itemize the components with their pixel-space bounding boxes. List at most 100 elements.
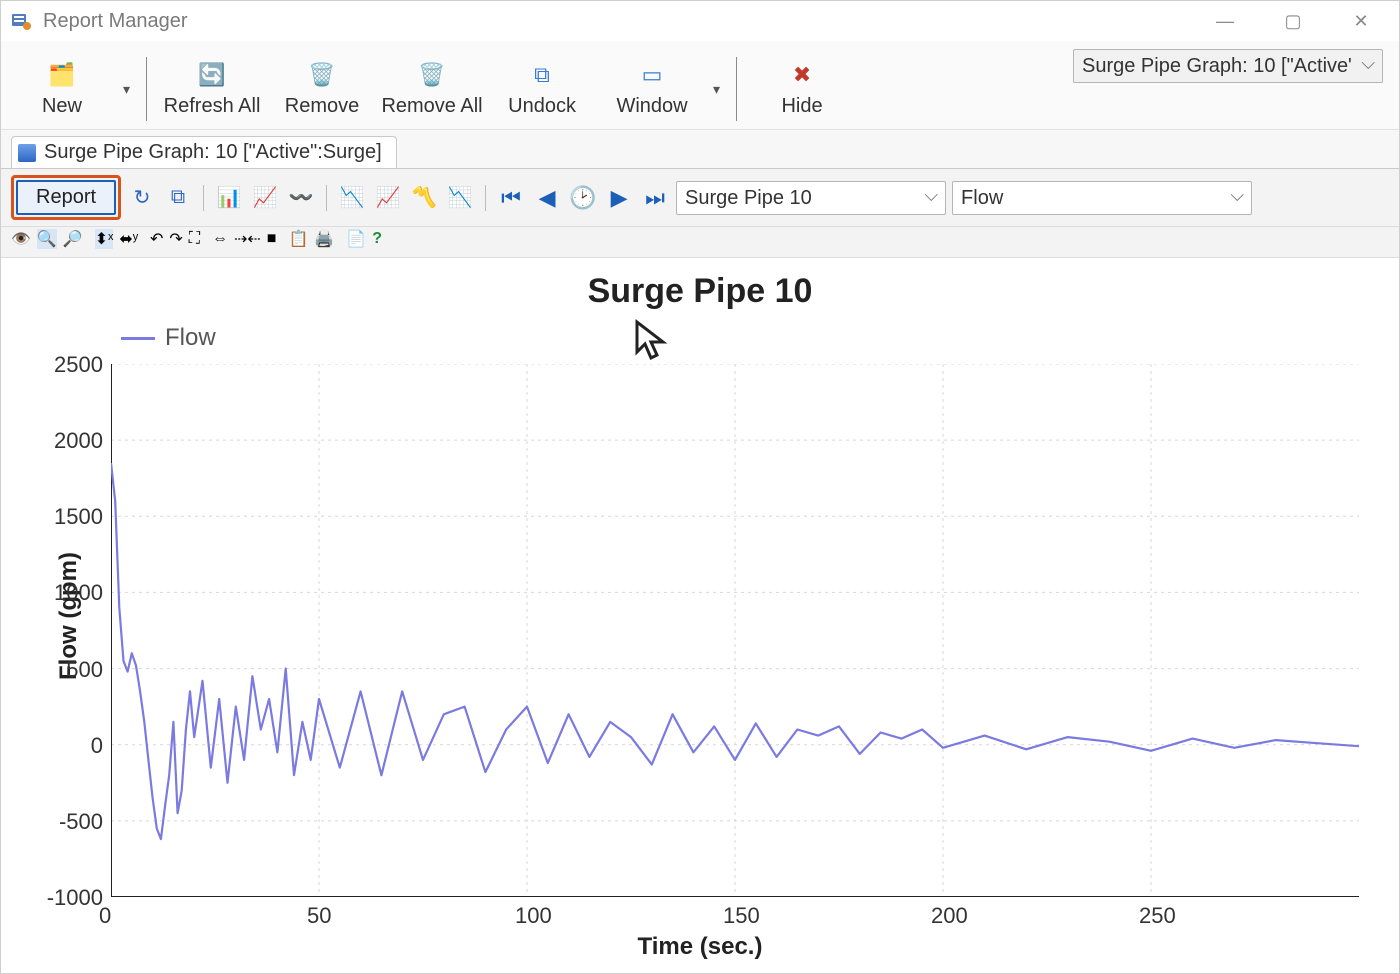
chart-icon bbox=[18, 144, 36, 162]
eye-icon[interactable]: 👁️ bbox=[11, 229, 31, 249]
undock-button[interactable]: ⧉ Undock bbox=[487, 49, 597, 129]
report-button-highlight: Report bbox=[11, 175, 121, 220]
time-nav-icon[interactable]: 🕑 bbox=[568, 183, 598, 213]
chart-type-icon[interactable]: 📊 bbox=[214, 183, 244, 213]
graph-toolbar: Report ↻ ⧉ 📊 📈 〰️ 📉 📈 〽️ 📉 ⏮ ◀ 🕑 ▶ ⏭ Sur… bbox=[1, 169, 1399, 227]
y-tick-label: 2000 bbox=[54, 428, 111, 454]
chart-area: Surge Pipe 10 Flow Flow (gpm) Time (sec.… bbox=[1, 258, 1399, 973]
legend-swatch bbox=[121, 337, 155, 340]
x-tick-label: 50 bbox=[307, 897, 331, 929]
remove-all-icon: 🗑️ bbox=[418, 61, 446, 89]
item-selector[interactable]: Surge Pipe 10 bbox=[676, 181, 946, 215]
separator bbox=[146, 57, 147, 121]
new-icon: 🗂️ bbox=[48, 61, 76, 89]
first-button[interactable]: ⏮ bbox=[496, 183, 526, 213]
zoom-in-icon[interactable]: 🔍 bbox=[37, 229, 57, 249]
undock-label: Undock bbox=[508, 95, 576, 118]
separator bbox=[203, 185, 204, 211]
line-style-3-icon[interactable]: 〽️ bbox=[409, 183, 439, 213]
remove-label: Remove bbox=[285, 95, 359, 118]
new-label: New bbox=[42, 95, 82, 118]
new-dropdown-caret[interactable]: ▾ bbox=[117, 81, 136, 98]
x-axis-label: Time (sec.) bbox=[638, 933, 763, 961]
report-button[interactable]: Report bbox=[16, 180, 116, 215]
series-selector-wrap: Flow bbox=[952, 181, 1252, 215]
series-icon[interactable]: 〰️ bbox=[286, 183, 316, 213]
x-tick-label: 250 bbox=[1139, 897, 1176, 929]
window-controls: — ▢ ✕ bbox=[1203, 6, 1391, 36]
y-tick-label: 2500 bbox=[54, 352, 111, 378]
y-tick-label: -500 bbox=[59, 809, 111, 835]
axis-lock-y-icon[interactable]: ⬌ʸ bbox=[119, 229, 138, 249]
axis-lock-x-icon[interactable]: ⬍ˣ bbox=[95, 229, 114, 249]
prev-button[interactable]: ◀ bbox=[532, 183, 562, 213]
hide-label: Hide bbox=[781, 95, 822, 118]
copy-icon[interactable]: ⧉ bbox=[163, 183, 193, 213]
refresh-all-label: Refresh All bbox=[164, 95, 261, 118]
line-style-4-icon[interactable]: 📉 bbox=[445, 183, 475, 213]
refresh-icon: 🔄 bbox=[198, 61, 226, 89]
line-style-2-icon[interactable]: 📈 bbox=[373, 183, 403, 213]
legend-label: Flow bbox=[165, 324, 216, 352]
fit-icon[interactable]: ⛶ bbox=[189, 230, 200, 248]
copy-image-icon[interactable]: 📋 bbox=[288, 229, 308, 249]
window-title: Report Manager bbox=[43, 10, 188, 33]
y-tick-label: 500 bbox=[66, 657, 111, 683]
minimize-button[interactable]: — bbox=[1203, 6, 1247, 36]
y-tick-label: 1500 bbox=[54, 504, 111, 530]
help-icon[interactable]: ? bbox=[372, 230, 382, 248]
item-selector-wrap: Surge Pipe 10 bbox=[676, 181, 946, 215]
refresh-all-button[interactable]: 🔄 Refresh All bbox=[157, 49, 267, 129]
series-selector[interactable]: Flow bbox=[952, 181, 1252, 215]
remove-button[interactable]: 🗑️ Remove bbox=[267, 49, 377, 129]
remove-all-button[interactable]: 🗑️ Remove All bbox=[377, 49, 487, 129]
undo-icon[interactable]: ↶ bbox=[150, 229, 163, 249]
stop-icon[interactable]: ■ bbox=[267, 230, 277, 248]
hide-icon: ✖ bbox=[788, 61, 816, 89]
new-button[interactable]: 🗂️ New bbox=[7, 49, 117, 129]
y-tick-label: 0 bbox=[91, 733, 111, 759]
separator bbox=[326, 185, 327, 211]
close-button[interactable]: ✕ bbox=[1339, 6, 1383, 36]
expand-h-icon[interactable]: ⇔ bbox=[212, 230, 228, 248]
window-dropdown-caret[interactable]: ▾ bbox=[707, 81, 726, 98]
zoom-out-icon[interactable]: 🔎 bbox=[63, 229, 83, 249]
chart-legend: Flow bbox=[121, 324, 216, 352]
remove-all-label: Remove All bbox=[381, 95, 482, 118]
chart-title: Surge Pipe 10 bbox=[31, 272, 1369, 311]
hide-button[interactable]: ✖ Hide bbox=[747, 49, 857, 129]
ribbon-toolbar: 🗂️ New ▾ 🔄 Refresh All 🗑️ Remove 🗑️ Remo… bbox=[1, 41, 1399, 130]
x-tick-label: 200 bbox=[931, 897, 968, 929]
app-icon bbox=[9, 9, 33, 33]
separator bbox=[736, 57, 737, 121]
tab-strip: Surge Pipe Graph: 10 ["Active":Surge] bbox=[1, 130, 1399, 169]
titlebar: Report Manager — ▢ ✕ bbox=[1, 1, 1399, 41]
refresh-icon[interactable]: ↻ bbox=[127, 183, 157, 213]
plot-region[interactable]: -1000-5000500100015002000250005010015020… bbox=[111, 364, 1359, 897]
window-icon: ▭ bbox=[638, 61, 666, 89]
window-button[interactable]: ▭ Window bbox=[597, 49, 707, 129]
page-selector-wrap: Surge Pipe Graph: 10 ["Active":S bbox=[1073, 49, 1383, 83]
redo-icon[interactable]: ↷ bbox=[169, 229, 182, 249]
line-style-1-icon[interactable]: 📉 bbox=[337, 183, 367, 213]
undock-icon: ⧉ bbox=[528, 61, 556, 89]
app-window: Report Manager — ▢ ✕ 🗂️ New ▾ 🔄 Refresh … bbox=[0, 0, 1400, 974]
y-tick-label: 1000 bbox=[54, 580, 111, 606]
x-tick-label: 150 bbox=[723, 897, 760, 929]
tab-label: Surge Pipe Graph: 10 ["Active":Surge] bbox=[44, 141, 382, 164]
remove-icon: 🗑️ bbox=[308, 61, 336, 89]
graph-toolbar-2: 👁️ 🔍 🔎 ⬍ˣ ⬌ʸ ↶ ↷ ⛶ ⇔ ⇢⇠ ■ 📋 🖨️ 📄 ? bbox=[1, 227, 1399, 258]
next-button[interactable]: ▶ bbox=[604, 183, 634, 213]
tab-surge-pipe-graph[interactable]: Surge Pipe Graph: 10 ["Active":Surge] bbox=[11, 136, 397, 168]
x-tick-label: 0 bbox=[99, 897, 111, 929]
window-label: Window bbox=[616, 95, 687, 118]
x-tick-label: 100 bbox=[515, 897, 552, 929]
separator bbox=[485, 185, 486, 211]
chart-settings-icon[interactable]: 📈 bbox=[250, 183, 280, 213]
last-button[interactable]: ⏭ bbox=[640, 183, 670, 213]
print-icon[interactable]: 🖨️ bbox=[314, 229, 334, 249]
page-icon[interactable]: 📄 bbox=[346, 229, 366, 249]
page-selector[interactable]: Surge Pipe Graph: 10 ["Active":S bbox=[1073, 49, 1383, 83]
maximize-button[interactable]: ▢ bbox=[1271, 6, 1315, 36]
collapse-h-icon[interactable]: ⇢⇠ bbox=[234, 229, 261, 249]
